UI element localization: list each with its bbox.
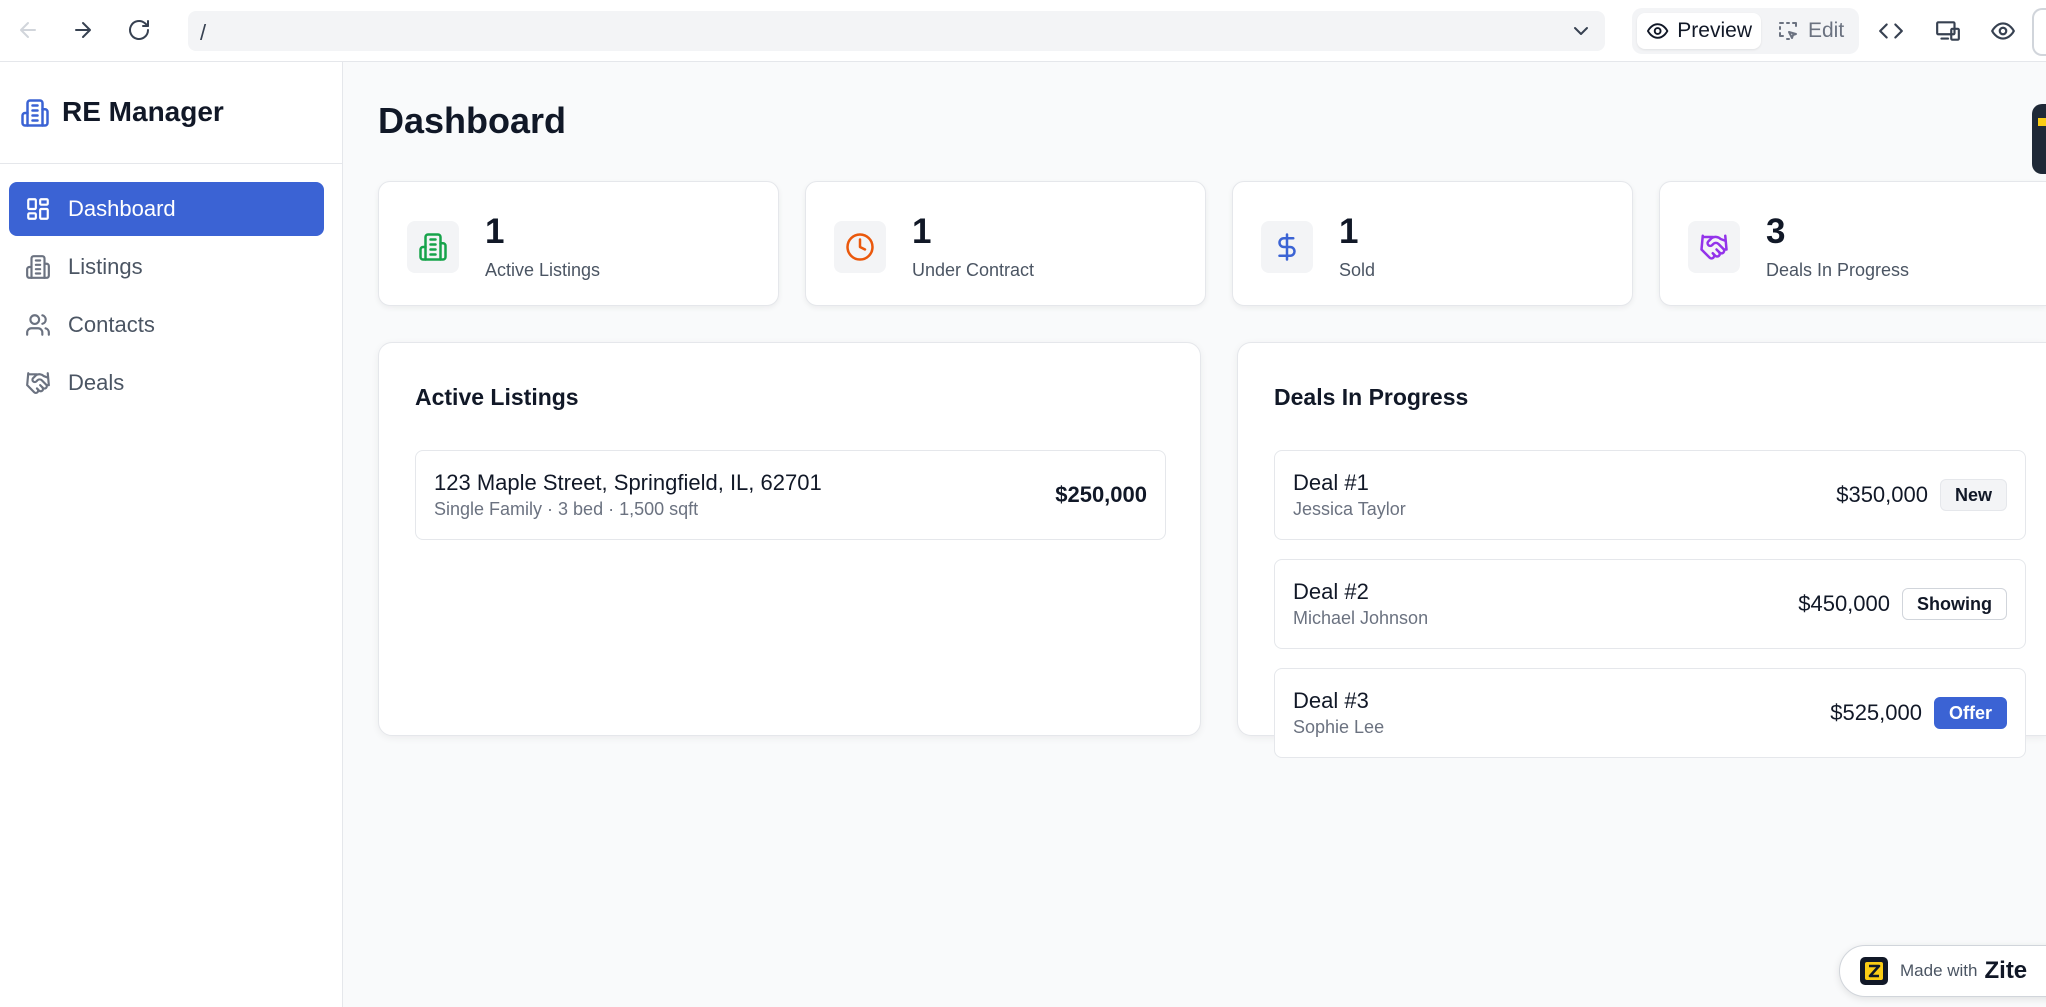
made-with-brand: Zite: [1984, 957, 2028, 984]
arrow-left-icon: [20, 22, 36, 38]
forward-button[interactable]: [65, 12, 101, 48]
building-icon: [21, 99, 49, 127]
edit-button[interactable]: Edit: [1767, 13, 1855, 49]
zite-logo-icon: [1860, 957, 1888, 985]
stat-value: 1: [1339, 212, 1359, 251]
deal-meta: $525,000 Offer: [1830, 697, 2007, 729]
sidebar-item-label: Deals: [68, 370, 125, 395]
sidebar-item-label: Contacts: [68, 312, 155, 337]
stat-value: 1: [912, 212, 932, 251]
brand-name: RE Manager: [62, 96, 224, 127]
listing-price: $250,000: [1055, 482, 1147, 507]
listing-details: Single Family · 3 bed · 1,500 sqft: [434, 499, 699, 519]
devices-icon: [1936, 21, 1960, 41]
eye-icon: [1991, 22, 2015, 40]
listing-address: 123 Maple Street, Springfield, IL, 62701: [434, 470, 822, 495]
chevron-down-icon[interactable]: [1569, 19, 1593, 43]
sidebar-item-label: Dashboard: [68, 196, 176, 221]
stat-card-under-contract: 1 Under Contract: [805, 181, 1206, 306]
brand: RE Manager: [0, 62, 342, 164]
stat-label: Sold: [1339, 260, 1376, 280]
page-title: Dashboard: [378, 100, 567, 141]
deal-name: Deal #1: [1293, 470, 1369, 495]
stat-label: Under Contract: [912, 260, 1035, 280]
deal-amount: $350,000: [1836, 482, 1928, 507]
side-panel-toggle[interactable]: [2032, 104, 2046, 174]
sidebar-item-dashboard[interactable]: Dashboard: [9, 182, 324, 236]
active-listings-panel: Active Listings 123 Maple Street, Spring…: [378, 342, 1201, 736]
code-view-button[interactable]: [1876, 16, 1906, 46]
edit-label: Edit: [1808, 19, 1845, 42]
dashboard-icon: [25, 196, 51, 222]
back-button[interactable]: [10, 12, 46, 48]
mode-toggle: Preview Edit: [1632, 8, 1859, 54]
reload-button[interactable]: [121, 12, 157, 48]
sidebar-item-label: Listings: [68, 254, 143, 279]
list-item[interactable]: Deal #2 Michael Johnson $450,000 Showing: [1274, 559, 2026, 649]
deal-contact: Jessica Taylor: [1293, 499, 1406, 519]
stat-card-deals-in-progress: 3 Deals In Progress: [1659, 181, 2046, 306]
panel-title: Deals In Progress: [1274, 384, 1469, 410]
building-icon: [407, 221, 459, 273]
deal-meta: $350,000 New: [1836, 479, 2007, 511]
deal-name: Deal #2: [1293, 579, 1369, 604]
code-icon: [1879, 23, 1903, 39]
made-with-badge[interactable]: Made with Zite: [1839, 945, 2046, 997]
handshake-icon: [1688, 221, 1740, 273]
made-with-text: Made with: [1900, 961, 1978, 980]
refresh-icon: [129, 20, 149, 40]
dollar-icon: [1261, 221, 1313, 273]
stat-label: Deals In Progress: [1766, 260, 1910, 280]
deal-name: Deal #3: [1293, 688, 1369, 713]
deal-meta: $450,000 Showing: [1798, 588, 2007, 620]
deal-amount: $450,000: [1798, 591, 1890, 616]
deal-contact: Sophie Lee: [1293, 717, 1385, 737]
list-item[interactable]: Deal #1 Jessica Taylor $350,000 New: [1274, 450, 2026, 540]
users-icon: [25, 312, 51, 338]
toolbar-edge-button[interactable]: [2032, 8, 2046, 56]
sidebar-item-deals[interactable]: Deals: [9, 356, 324, 410]
browser-toolbar: / Preview Edit: [0, 0, 2046, 62]
list-item[interactable]: 123 Maple Street, Springfield, IL, 62701…: [415, 450, 1166, 540]
list-item[interactable]: Deal #3 Sophie Lee $525,000 Offer: [1274, 668, 2026, 758]
building-icon: [25, 254, 51, 280]
url-text: /: [200, 20, 207, 45]
arrow-right-icon: [75, 22, 91, 38]
visibility-button[interactable]: [1988, 16, 2018, 46]
status-badge: New: [1939, 479, 2007, 511]
main-content: Dashboard 1 Active Listings 1 Under Cont…: [343, 62, 2046, 1007]
panel-title: Active Listings: [415, 384, 579, 410]
deal-amount: $525,000: [1830, 700, 1922, 725]
stat-card-sold: 1 Sold: [1232, 181, 1633, 306]
clock-icon: [834, 221, 886, 273]
sidebar-item-contacts[interactable]: Contacts: [9, 298, 324, 352]
responsive-view-button[interactable]: [1933, 16, 1963, 46]
preview-button[interactable]: Preview: [1637, 13, 1761, 49]
eye-icon: [1646, 23, 1669, 39]
handshake-icon: [25, 370, 51, 396]
deals-in-progress-panel: Deals In Progress Deal #1 Jessica Taylor…: [1237, 342, 2046, 758]
stat-label: Active Listings: [485, 260, 601, 280]
url-bar[interactable]: /: [188, 11, 1605, 51]
deal-contact: Michael Johnson: [1293, 608, 1429, 628]
preview-label: Preview: [1677, 19, 1752, 42]
status-badge: Offer: [1933, 697, 2007, 729]
stat-value: 3: [1766, 212, 1786, 251]
stat-card-active-listings: 1 Active Listings: [378, 181, 779, 306]
sidebar-item-listings[interactable]: Listings: [9, 240, 324, 294]
sidebar: RE Manager Dashboard Listings Contacts D…: [0, 62, 343, 1007]
stat-value: 1: [485, 212, 505, 251]
status-badge: Showing: [1902, 588, 2007, 620]
select-edit-icon: [1779, 22, 1797, 40]
